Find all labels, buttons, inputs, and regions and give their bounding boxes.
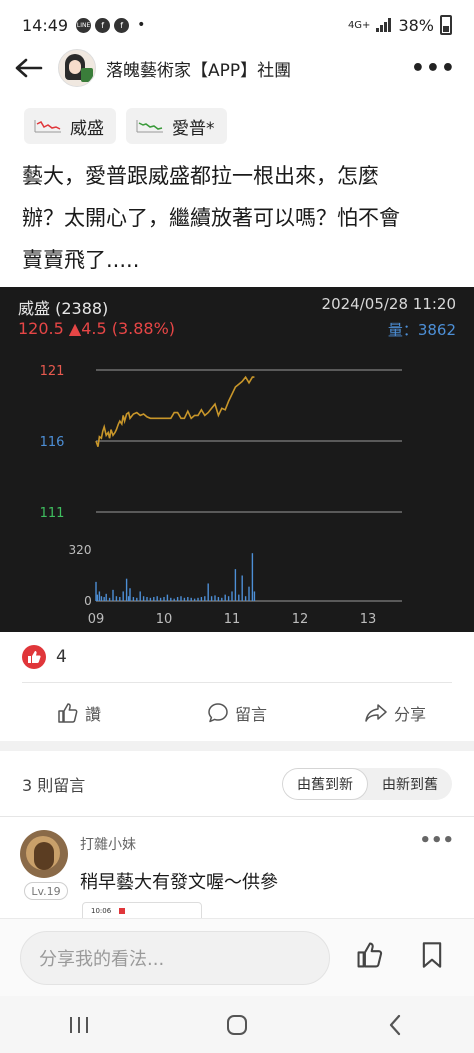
tag-stock-2[interactable]: 愛普* <box>126 108 227 144</box>
mini-chart-icon <box>136 120 163 133</box>
comment-more-button[interactable]: ••• <box>419 830 454 851</box>
divider <box>22 682 452 683</box>
comment-sort-toggle: 由舊到新 由新到舊 <box>282 768 452 800</box>
volume-tick-label: 320 <box>69 543 92 557</box>
line-app-icon: LINE <box>76 17 92 33</box>
price-tick-label: 111 <box>40 506 65 521</box>
status-dot: • <box>137 17 146 33</box>
chart-canvas: 121 116 111 320 0 09 10 11 12 13 <box>40 364 402 627</box>
share-button[interactable]: 分享 <box>316 694 474 732</box>
thumb-app-icon <box>119 908 126 914</box>
tag-label: 威盛 <box>70 118 104 139</box>
section-separator <box>0 741 474 751</box>
facebook-app-icon-2: f <box>114 17 130 33</box>
comment-label: 留言 <box>234 705 267 724</box>
comment-item: Lv.19 打雜小妹 ••• 稍早藝大有發文喔～供參 10:06 <box>20 830 460 920</box>
nav-back-icon <box>389 1014 401 1035</box>
composer-like-button[interactable] <box>356 941 384 973</box>
post-line-3: 賣賣飛了..... <box>22 248 140 272</box>
battery-icon <box>440 15 452 35</box>
comment-text: 稍早藝大有發文喔～供參 <box>80 872 278 893</box>
volume-zero-label: 0 <box>84 594 92 608</box>
status-time: 14:49 <box>22 15 69 35</box>
post-line-1: 藝大，愛普跟威盛都拉一根出來，怎麼 <box>22 164 379 188</box>
home-icon <box>227 1014 247 1035</box>
share-label: 分享 <box>393 705 426 724</box>
thumb-time: 10:06 <box>91 907 112 915</box>
like-button[interactable]: 讚 <box>0 694 158 732</box>
home-button[interactable] <box>212 1005 262 1045</box>
thumbs-up-outline-icon <box>357 942 383 968</box>
price-tick-label: 116 <box>40 435 65 450</box>
tag-stock-1[interactable]: 威盛 <box>24 108 116 144</box>
post-line-2: 辦？太開心了，繼續放著可以嗎？怕不會 <box>22 206 400 230</box>
group-avatar[interactable] <box>58 49 96 87</box>
system-nav-bar <box>0 996 474 1053</box>
share-arrow-icon <box>365 704 387 722</box>
commenter-level-badge: Lv.19 <box>24 882 68 900</box>
status-indicators: 4G+ 38% <box>348 15 452 35</box>
comment-input[interactable]: 分享我的看法... <box>20 931 330 985</box>
recent-apps-icon <box>70 1016 88 1033</box>
like-label: 讚 <box>84 705 101 724</box>
post-body: 藝大，愛普跟威盛都拉一根出來，怎麼 辦？太開心了，繼續放著可以嗎？怕不會 賣賣飛… <box>22 155 452 281</box>
bookmark-icon <box>422 942 442 968</box>
back-button[interactable] <box>6 45 52 91</box>
composer-bar: 分享我的看法... <box>0 918 474 996</box>
sort-newest-first-button[interactable]: 由新到舊 <box>368 768 452 800</box>
x-tick-label: 09 <box>88 612 105 627</box>
comment-count: 3 則留言 <box>22 776 86 795</box>
comments-header: 3 則留言 由舊到新 由新到舊 <box>0 762 474 806</box>
system-back-button[interactable] <box>370 1005 420 1045</box>
reaction-count: 4 <box>56 647 67 667</box>
reaction-summary[interactable]: 4 <box>22 645 67 669</box>
thumbs-up-icon <box>22 645 46 669</box>
facebook-app-icon: f <box>95 17 111 33</box>
signal-icon <box>376 18 392 32</box>
status-app-icons: LINE f f • <box>76 17 145 33</box>
group-name[interactable]: 落魄藝術家【APP】社團 <box>106 56 291 81</box>
comment-bubble-icon <box>208 703 228 723</box>
stock-tags: 威盛 愛普* <box>24 108 227 144</box>
x-tick-label: 13 <box>360 612 377 627</box>
status-bar: 14:49 LINE f f • 4G+ 38% <box>0 0 474 50</box>
x-tick-label: 10 <box>156 612 173 627</box>
mini-chart-icon <box>34 120 61 133</box>
x-tick-label: 11 <box>224 612 241 627</box>
bookmark-button[interactable] <box>420 941 444 973</box>
recent-apps-button[interactable] <box>54 1005 104 1045</box>
header-bar: 落魄藝術家【APP】社團 ••• <box>0 44 474 92</box>
thumbs-up-outline-icon <box>58 703 78 723</box>
commenter-name[interactable]: 打雜小妹 <box>80 834 136 854</box>
more-options-button[interactable]: ••• <box>411 56 456 81</box>
arrow-left-icon <box>15 58 43 78</box>
comment-button[interactable]: 留言 <box>158 694 316 732</box>
x-tick-label: 12 <box>292 612 309 627</box>
commenter-avatar[interactable] <box>20 830 68 878</box>
sort-oldest-first-button[interactable]: 由舊到新 <box>282 768 368 800</box>
stock-chart[interactable]: 威盛 (2388) 120.5 ▲4.5 (3.88%) 2024/05/28 … <box>0 287 474 632</box>
price-tick-label: 121 <box>40 364 65 379</box>
price-line <box>95 375 255 447</box>
network-label: 4G+ <box>347 19 371 31</box>
battery-percent: 38% <box>398 15 434 35</box>
post-actions: 讚 留言 分享 <box>0 694 474 732</box>
tag-label: 愛普* <box>172 118 215 139</box>
divider <box>0 816 474 817</box>
